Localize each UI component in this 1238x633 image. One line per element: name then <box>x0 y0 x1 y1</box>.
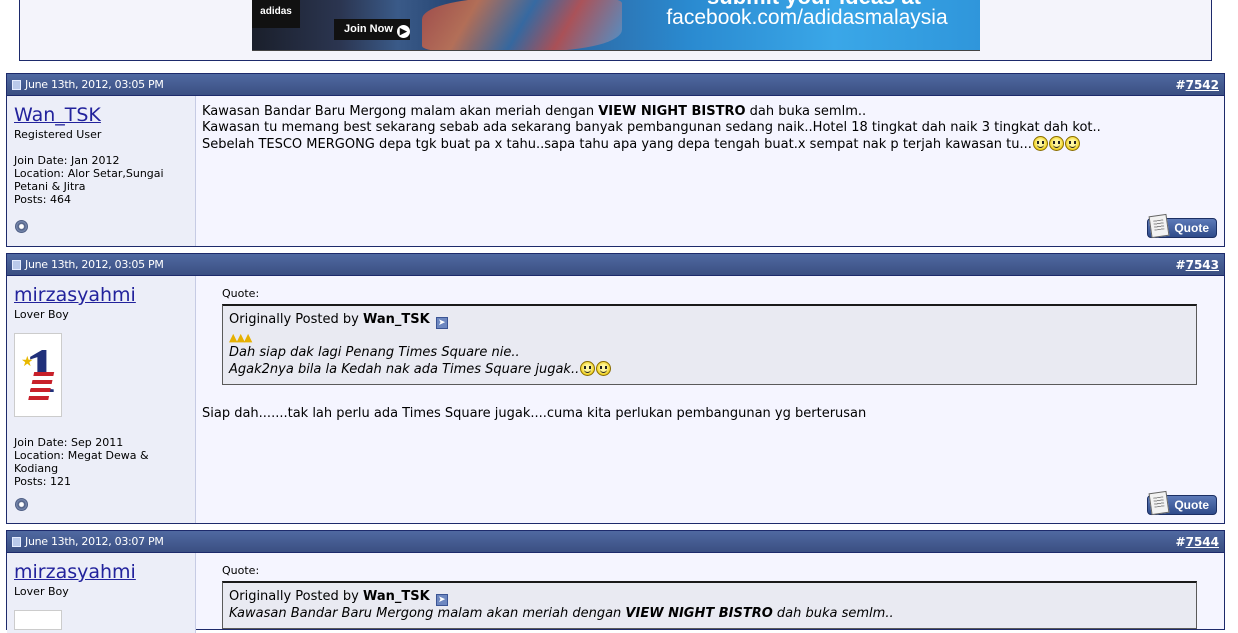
star-icon: ★ <box>21 354 34 370</box>
message-line-1: Kawasan Bandar Baru Mergong malam akan m… <box>202 104 867 119</box>
post-7542: June 13th, 2012, 03:05 PM #7542 Wan_TSK … <box>6 73 1225 247</box>
post-number-link[interactable]: 7544 <box>1186 535 1219 549</box>
post-header: June 13th, 2012, 03:07 PM #7544 <box>7 531 1224 553</box>
post-header: June 13th, 2012, 03:05 PM #7543 <box>7 254 1224 276</box>
quote-line-2: Agak2nya bila la Kedah nak ada Times Squ… <box>229 361 1190 378</box>
user-location: Location: Megat Dewa & Kodiang <box>14 449 149 475</box>
post-document-icon <box>12 537 21 547</box>
smiley-icon <box>1048 136 1064 151</box>
post-date: June 13th, 2012, 03:05 PM <box>25 258 164 271</box>
post-message: Kawasan Bandar Baru Mergong malam akan m… <box>196 96 1224 246</box>
smiley-icon <box>1064 136 1080 151</box>
post-date: June 13th, 2012, 03:07 PM <box>25 535 164 548</box>
username-link[interactable]: mirzasyahmi <box>14 284 188 306</box>
message-line-1: Siap dah.......tak lah perlu ada Times S… <box>202 406 867 421</box>
quote-line-1: Dah siap dak lagi Penang Times Square ni… <box>229 345 520 360</box>
username-link[interactable]: Wan_TSK <box>14 104 188 126</box>
adidas-banner-ad[interactable]: adidas Join Now▶ submit your ideas at fa… <box>252 0 980 51</box>
quote-block: Originally Posted by Wan_TSK ➤ ▲▲▲ Dah s… <box>222 304 1197 385</box>
join-now-button[interactable]: Join Now ▶ <box>334 19 410 40</box>
post-7544: June 13th, 2012, 03:07 PM #7544 mirzasya… <box>6 530 1225 633</box>
avatar[interactable] <box>14 610 62 630</box>
quote-note-icon <box>1148 490 1170 516</box>
quote-author: Wan_TSK <box>362 312 430 327</box>
post-number: #7542 <box>1175 78 1219 92</box>
join-date: Join Date: Jan 2012 <box>14 154 120 167</box>
quote-button[interactable]: Quote <box>1147 213 1217 239</box>
quote-author: Wan_TSK <box>362 589 430 604</box>
post-number: #7544 <box>1175 535 1219 549</box>
adidas-logo: adidas <box>252 0 300 28</box>
post-body: mirzasyahmi Lover Boy Quote: Originally … <box>7 553 1224 633</box>
post-number: #7543 <box>1175 258 1219 272</box>
quote-attribution: Originally Posted by Wan_TSK ➤ <box>229 589 1190 606</box>
smiley-icon <box>1032 136 1048 151</box>
post-header: June 13th, 2012, 03:05 PM #7542 <box>7 74 1224 96</box>
arrow-right-icon: ▶ <box>396 25 410 38</box>
shoe-image <box>422 0 622 50</box>
user-info: mirzasyahmi Lover Boy <box>7 553 196 633</box>
post-number-link[interactable]: 7543 <box>1186 258 1219 272</box>
post-document-icon <box>12 260 21 270</box>
message-line-2: Kawasan tu memang best sekarang sebab ad… <box>202 120 1101 135</box>
quote-note-icon <box>1148 213 1170 239</box>
view-post-arrow-icon[interactable]: ➤ <box>435 594 448 606</box>
user-info: Wan_TSK Registered User Join Date: Jan 2… <box>7 96 196 246</box>
view-post-arrow-icon[interactable]: ➤ <box>435 317 448 329</box>
offline-status-icon <box>15 498 28 511</box>
quote-block: Originally Posted by Wan_TSK ➤ Kawasan B… <box>222 581 1197 629</box>
post-message: Quote: Originally Posted by Wan_TSK ➤ Ka… <box>196 553 1224 633</box>
quote-label: Quote: <box>222 287 260 300</box>
user-title: Lover Boy <box>14 585 69 598</box>
post-message: Quote: Originally Posted by Wan_TSK ➤ ▲▲… <box>196 276 1224 523</box>
banner-tagline: facebook.com/adidasmalaysia <box>666 6 948 29</box>
post-7543: June 13th, 2012, 03:05 PM #7543 mirzasya… <box>6 253 1225 524</box>
message-line-3: Sebelah TESCO MERGONG depa tgk buat pa x… <box>202 136 1218 153</box>
user-location: Location: Alor Setar,Sungai Petani & Jit… <box>14 167 164 193</box>
username-link[interactable]: mirzasyahmi <box>14 561 188 583</box>
user-post-count: Posts: 121 <box>14 475 71 488</box>
banner-container: adidas Join Now▶ submit your ideas at fa… <box>19 0 1212 61</box>
user-info: mirzasyahmi Lover Boy 1 ★ Join Date: Sep… <box>7 276 196 523</box>
user-title: Registered User <box>14 128 102 141</box>
join-now-label: Join Now <box>344 23 393 35</box>
smiley-icon <box>580 361 596 376</box>
smiley-icon <box>596 361 612 376</box>
post-body: Wan_TSK Registered User Join Date: Jan 2… <box>7 96 1224 246</box>
join-date: Join Date: Sep 2011 <box>14 436 124 449</box>
quote-button[interactable]: Quote <box>1147 490 1217 516</box>
triangle-icons: ▲▲▲ <box>229 331 252 344</box>
post-document-icon <box>12 80 21 90</box>
quote-line-1: Kawasan Bandar Baru Mergong malam akan m… <box>229 606 894 621</box>
user-title: Lover Boy <box>14 308 69 321</box>
offline-status-icon <box>15 220 28 233</box>
post-date: June 13th, 2012, 03:05 PM <box>25 78 164 91</box>
post-number-link[interactable]: 7542 <box>1186 78 1219 92</box>
post-body: mirzasyahmi Lover Boy 1 ★ Join Date: Sep… <box>7 276 1224 523</box>
avatar[interactable]: 1 ★ <box>14 333 62 417</box>
quote-label: Quote: <box>222 564 260 577</box>
quote-attribution: Originally Posted by Wan_TSK ➤ <box>229 312 1190 329</box>
user-post-count: Posts: 464 <box>14 193 71 206</box>
